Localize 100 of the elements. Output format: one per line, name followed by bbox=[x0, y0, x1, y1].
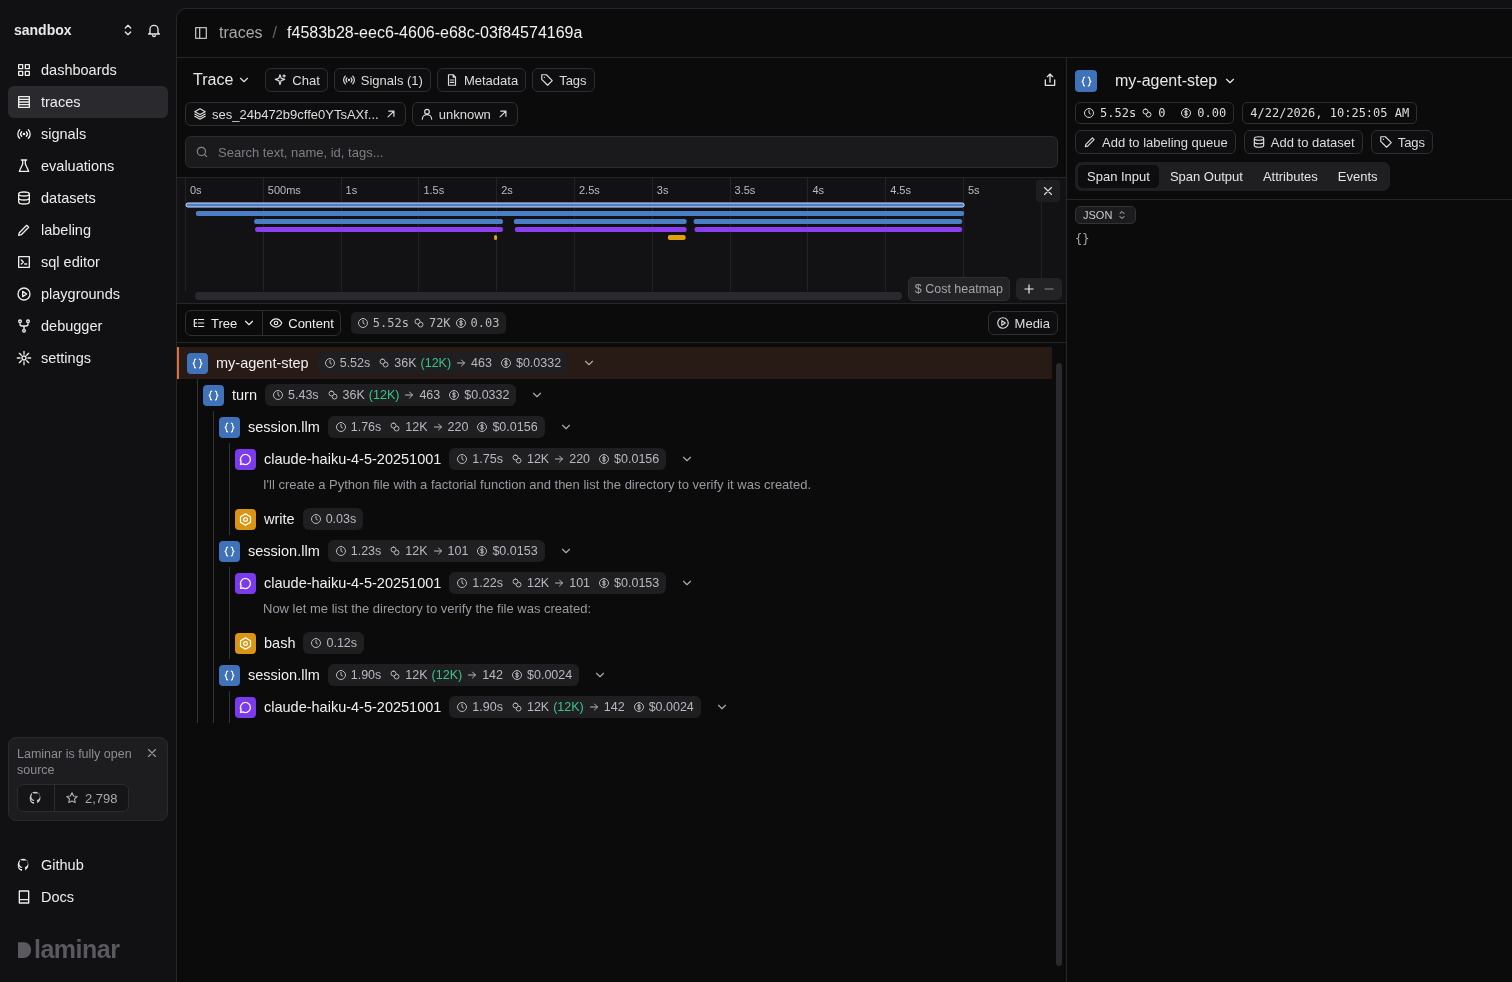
trace-dropdown[interactable]: Trace bbox=[185, 71, 260, 89]
sidebar-item[interactable]: playgrounds bbox=[8, 278, 168, 310]
sidebar-link[interactable]: Docs bbox=[8, 881, 168, 913]
span-row[interactable]: write 0.03s bbox=[177, 503, 1052, 535]
span-name: session.llm bbox=[248, 419, 320, 435]
content-toggle[interactable]: Content bbox=[262, 311, 340, 335]
input-tokens: 12K bbox=[405, 668, 428, 682]
span-preview: Now let me list the directory to verify the file was created: bbox=[263, 601, 591, 616]
span-duration: 1.90s bbox=[350, 668, 382, 682]
clock-icon bbox=[334, 545, 347, 557]
span-name: session.llm bbox=[248, 543, 320, 559]
format-dropdown[interactable]: JSON bbox=[1075, 206, 1137, 224]
close-icon[interactable] bbox=[145, 746, 159, 760]
span-row[interactable]: turn 5.43s 36K (12K) 463 $0.0332 bbox=[177, 379, 1052, 411]
clock-icon bbox=[1083, 107, 1095, 119]
scrollbar[interactable] bbox=[1056, 363, 1062, 966]
span-row[interactable]: claude-haiku-4-5-20251001 1.90s 12K (12K) 142 $0.0024 bbox=[177, 691, 1052, 723]
span-cost: $0.0156 bbox=[614, 452, 660, 466]
zoom-in-icon[interactable] bbox=[1022, 282, 1036, 296]
share-icon[interactable] bbox=[1042, 72, 1058, 88]
toolbar-button[interactable]: Chat bbox=[265, 68, 328, 92]
close-button[interactable] bbox=[1036, 180, 1060, 202]
chat-bubble-icon bbox=[235, 696, 256, 718]
sidebar-item[interactable]: evaluations bbox=[8, 150, 168, 182]
grid-icon bbox=[16, 62, 32, 78]
coins-icon bbox=[389, 669, 402, 681]
cached-tokens: (12K) bbox=[420, 356, 452, 370]
input-tokens: 12K bbox=[526, 700, 550, 714]
action-button[interactable]: Tags bbox=[1370, 130, 1434, 154]
time-tick: 3.5s bbox=[734, 184, 756, 196]
breadcrumb-link[interactable]: traces bbox=[219, 24, 263, 42]
toolbar-button[interactable]: Signals (1) bbox=[333, 68, 431, 92]
span-name: claude-haiku-4-5-20251001 bbox=[264, 575, 442, 591]
span-row[interactable]: session.llm 1.23s 12K 101 $0.0153 bbox=[177, 535, 1052, 567]
tab[interactable]: Span Input bbox=[1078, 165, 1159, 188]
span-row[interactable]: claude-haiku-4-5-20251001 1.75s 12K 220 $0.0156 bbox=[177, 443, 1052, 475]
time-tick: 5s bbox=[967, 184, 980, 196]
arrow-right-icon bbox=[553, 577, 566, 589]
sidebar-item[interactable]: settings bbox=[8, 342, 168, 374]
workspace-name[interactable]: sandbox bbox=[14, 22, 110, 38]
clock-icon bbox=[323, 357, 336, 369]
span-name: claude-haiku-4-5-20251001 bbox=[264, 451, 442, 467]
chat-bubble-icon bbox=[235, 572, 256, 594]
span-row[interactable]: bash 0.12s bbox=[177, 627, 1052, 659]
sidebar-item[interactable]: labeling bbox=[8, 214, 168, 246]
cached-tokens: (12K) bbox=[431, 668, 463, 682]
dollar-icon bbox=[448, 389, 461, 401]
sidebar-item[interactable]: debugger bbox=[8, 310, 168, 342]
link-chip[interactable]: unknown bbox=[411, 102, 518, 126]
list-icon bbox=[16, 94, 32, 110]
search-field[interactable]: Search text, name, id, tags... bbox=[185, 136, 1058, 168]
braces-icon bbox=[203, 384, 224, 406]
tree-view-dropdown[interactable]: Tree bbox=[186, 311, 263, 335]
sidebar-item[interactable]: traces bbox=[8, 86, 168, 118]
span-row[interactable]: claude-haiku-4-5-20251001 1.22s 12K 101 $0.0153 bbox=[177, 567, 1052, 599]
span-cost: $0.0332 bbox=[515, 356, 562, 370]
span-row[interactable]: session.llm 1.76s 12K 220 $0.0156 bbox=[177, 411, 1052, 443]
braces-icon bbox=[219, 540, 240, 562]
span-row[interactable]: my-agent-step 5.52s 36K (12K) 463 $0.0332 bbox=[177, 347, 1052, 379]
time-tick: 2.5s bbox=[579, 184, 600, 196]
dollar-icon bbox=[476, 421, 489, 433]
media-button[interactable]: Media bbox=[987, 311, 1058, 335]
bell-icon[interactable] bbox=[146, 22, 162, 38]
span-title-dropdown[interactable]: my-agent-step bbox=[1109, 71, 1244, 91]
output-tokens: 463 bbox=[471, 356, 492, 370]
coins-icon bbox=[389, 421, 402, 433]
clock-icon bbox=[334, 421, 347, 433]
toolbar-button[interactable]: Metadata bbox=[436, 68, 527, 92]
logo-text: laminar bbox=[34, 935, 120, 964]
clock-icon bbox=[334, 669, 347, 681]
sidebar-item[interactable]: datasets bbox=[8, 182, 168, 214]
sidebar-toggle-icon[interactable] bbox=[193, 25, 209, 41]
tab[interactable]: Attributes bbox=[1253, 165, 1327, 188]
span-row[interactable]: session.llm 1.90s 12K (12K) 142 $0.0024 bbox=[177, 659, 1052, 691]
tab[interactable]: Events bbox=[1328, 165, 1387, 188]
sidebar-link[interactable]: Github bbox=[8, 849, 168, 881]
span-name: turn bbox=[232, 387, 257, 403]
sidebar-item[interactable]: dashboards bbox=[8, 54, 168, 86]
tab[interactable]: Span Output bbox=[1160, 165, 1252, 188]
sparkle-icon bbox=[273, 73, 288, 87]
link-chip[interactable]: ses_24b472b9cffe0YTsAXf... bbox=[185, 102, 406, 126]
input-tokens: 12K bbox=[405, 544, 428, 558]
cost-heatmap-toggle[interactable]: $ Cost heatmap bbox=[907, 277, 1010, 301]
arrow-right-icon bbox=[587, 701, 600, 713]
input-tokens: 12K bbox=[526, 452, 550, 466]
input-tokens: 36K bbox=[342, 388, 365, 402]
action-button[interactable]: Add to dataset bbox=[1243, 130, 1363, 154]
clock-icon bbox=[456, 577, 469, 589]
scrollbar[interactable] bbox=[195, 292, 902, 300]
sidebar-item[interactable]: sql editor bbox=[8, 246, 168, 278]
span-cost: $0.0156 bbox=[492, 420, 538, 434]
span-timestamp: 4/22/2026, 10:25:05 AM bbox=[1242, 102, 1418, 124]
coins-icon bbox=[510, 453, 523, 465]
flask-icon bbox=[16, 158, 32, 174]
layers-icon bbox=[193, 107, 207, 121]
toolbar-button[interactable]: Tags bbox=[532, 68, 595, 92]
action-button[interactable]: Add to labeling queue bbox=[1075, 130, 1236, 154]
span-cost: $0.0153 bbox=[492, 544, 538, 558]
sidebar-item[interactable]: signals bbox=[8, 118, 168, 150]
tree-list-icon bbox=[192, 316, 206, 330]
